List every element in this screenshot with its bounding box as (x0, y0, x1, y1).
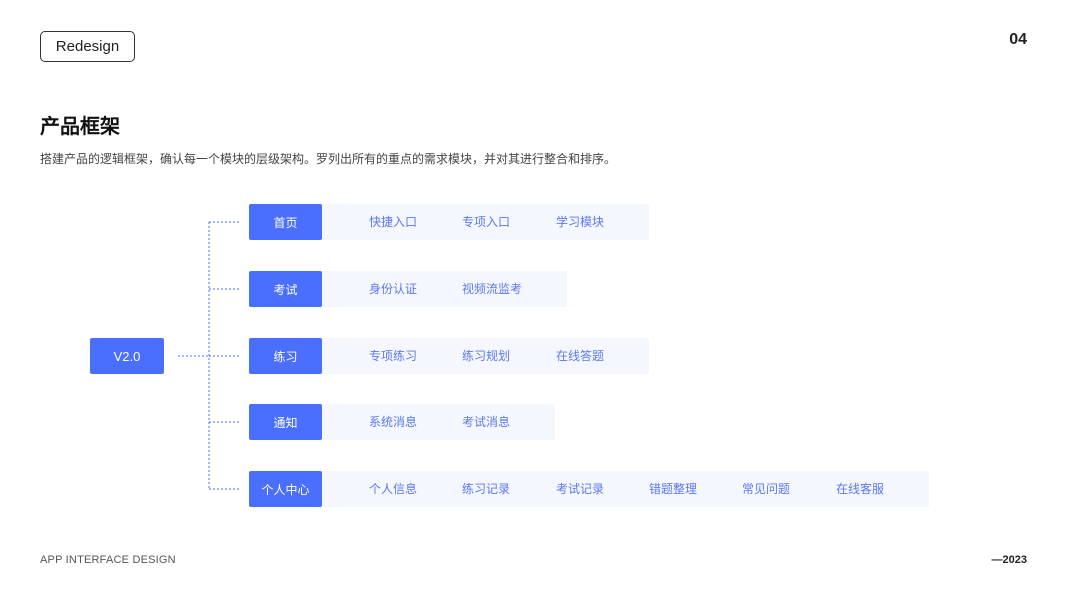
footer-caption: APP INTERFACE DESIGN (40, 554, 176, 566)
module-notice: 通知 (249, 404, 322, 440)
item-label: 快捷入口 (369, 215, 418, 229)
item-label: 专项练习 (369, 349, 418, 363)
item-label: 系统消息 (369, 415, 418, 429)
item-label: 常见问题 (742, 482, 791, 496)
module-home: 首页 (249, 204, 322, 240)
item-label: 个人信息 (369, 482, 418, 496)
item-label: 视频流监考 (462, 282, 523, 296)
item-label: 专项入口 (462, 215, 511, 229)
module-exam: 考试 (249, 271, 322, 307)
item-label: 练习记录 (462, 482, 511, 496)
item-label: 练习规划 (462, 349, 511, 363)
module-profile: 个人中心 (249, 471, 322, 507)
item-label: 考试记录 (556, 482, 605, 496)
item-label: 学习模块 (556, 215, 605, 229)
root-node: V2.0 (90, 338, 164, 374)
item-label: 错题整理 (649, 482, 698, 496)
footer-year: —2023 (991, 554, 1027, 566)
item-label: 在线答题 (556, 349, 605, 363)
module-practice: 练习 (249, 338, 322, 374)
item-label: 身份认证 (369, 282, 418, 296)
item-label: 在线客服 (836, 482, 885, 496)
item-label: 考试消息 (462, 415, 511, 429)
